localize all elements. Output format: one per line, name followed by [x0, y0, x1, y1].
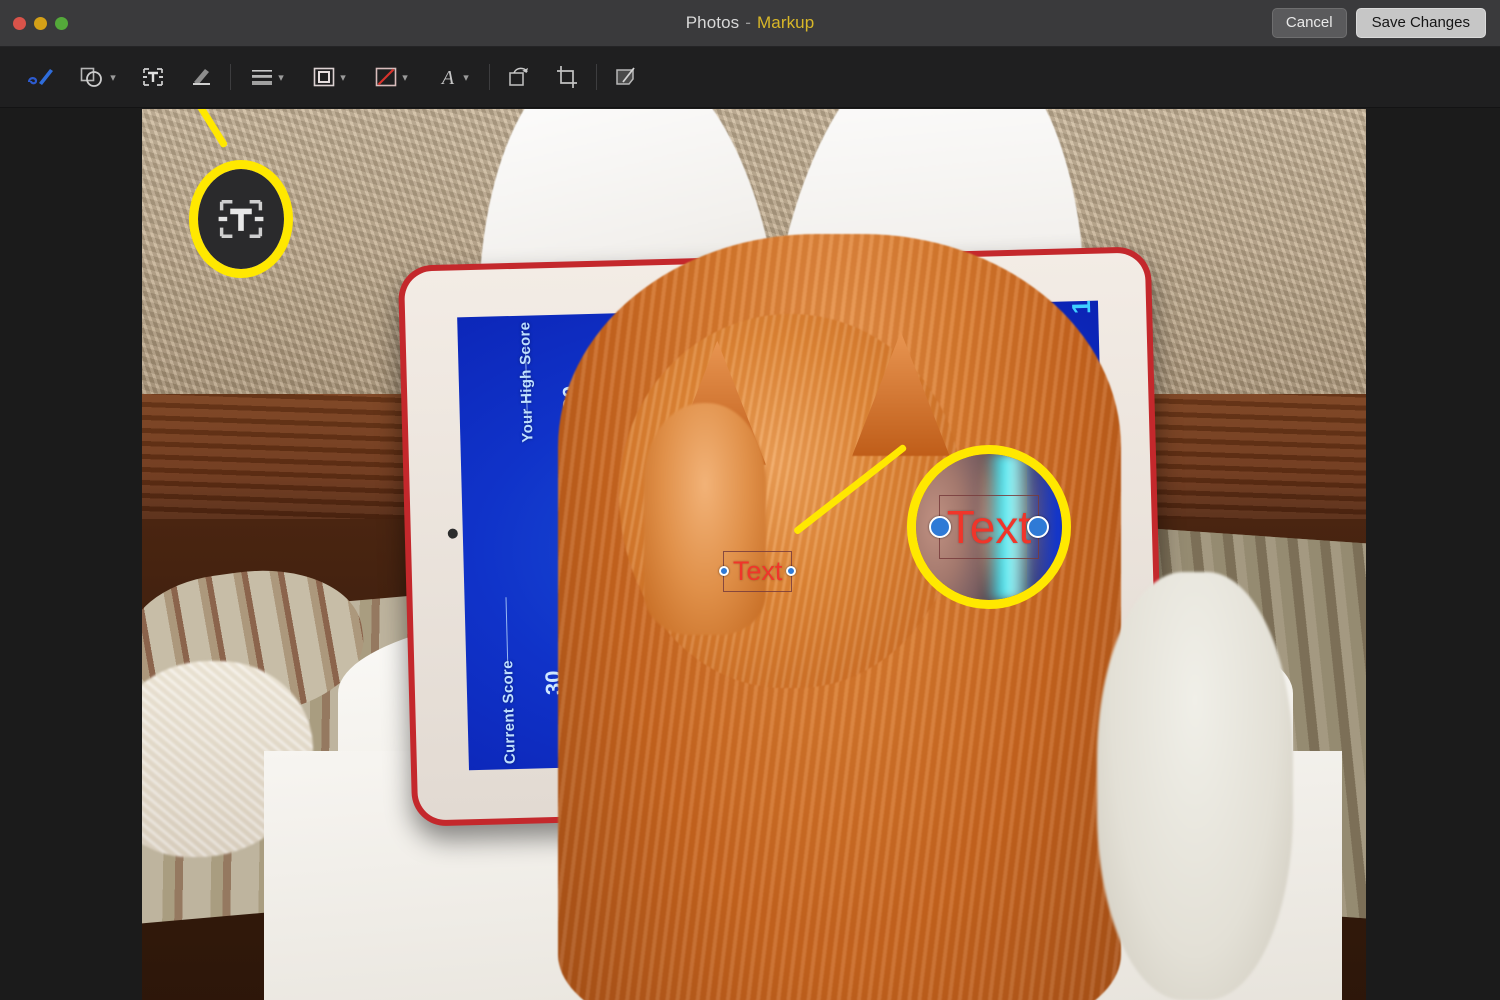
corner-counter: 16 — [1065, 300, 1097, 314]
crop-icon — [555, 65, 579, 89]
border-color-tool[interactable]: ▾ — [305, 57, 353, 97]
close-button[interactable] — [13, 16, 26, 30]
text-box-icon — [213, 193, 269, 245]
text-annotation-zoomed[interactable]: Text — [929, 494, 1049, 560]
shape-style-tool[interactable]: ▾ — [243, 57, 291, 97]
chevron-down-icon[interactable]: ▾ — [278, 73, 284, 84]
markup-window: Photos - Markup Cancel Save Changes ▾ ▾ … — [0, 0, 1500, 1000]
shapes-icon — [80, 66, 106, 88]
chevron-down-icon[interactable]: ▾ — [463, 73, 469, 84]
save-changes-button[interactable]: Save Changes — [1355, 8, 1486, 38]
pen-squiggle-icon — [26, 65, 56, 89]
font-a-icon: A — [437, 66, 459, 88]
photo-canvas[interactable]: Your High Score 430 Current Score 30 16 — [0, 109, 1500, 1000]
toolbar-divider-2 — [489, 64, 490, 90]
title-bar: Photos - Markup Cancel Save Changes — [0, 0, 1500, 47]
title-bar-actions: Cancel Save Changes — [1271, 0, 1486, 46]
highlight-tool[interactable] — [184, 57, 218, 97]
toolbar-divider-1 — [230, 64, 231, 90]
markup-toolbar: ▾ ▾ ▾ ▾ A ▾ — [0, 47, 1500, 108]
photo-image[interactable]: Your High Score 430 Current Score 30 16 — [142, 109, 1366, 1000]
text-annotation-zoomed-label: Text — [946, 500, 1032, 553]
text-annotation-callout-zoom: Text — [916, 454, 1062, 600]
high-score-label: Your High Score — [516, 321, 537, 443]
annotate-tool[interactable] — [609, 57, 643, 97]
line-weight-icon — [250, 67, 274, 87]
text-tool-callout-zoom — [198, 169, 284, 269]
text-box-icon — [140, 65, 166, 89]
current-score-rule — [506, 596, 509, 665]
current-score-label: Current Score — [499, 660, 520, 765]
rotate-icon — [507, 66, 531, 88]
crop-tool[interactable] — [550, 57, 584, 97]
fill-color-tool[interactable]: ▾ — [367, 57, 415, 97]
zoom-button[interactable] — [55, 16, 68, 30]
toolbar-divider-3 — [596, 64, 597, 90]
annotate-icon — [613, 66, 639, 88]
minimize-button[interactable] — [34, 16, 47, 30]
window-title-app: Photos — [685, 13, 740, 32]
shapes-tool[interactable]: ▾ — [74, 57, 122, 97]
text-tool[interactable] — [136, 57, 170, 97]
text-annotation[interactable]: Text — [719, 550, 796, 592]
text-annotation-handle-left[interactable] — [719, 566, 730, 577]
text-annotation-zoomed-handle-right[interactable] — [1026, 515, 1049, 538]
text-style-tool[interactable]: A ▾ — [429, 57, 477, 97]
cancel-button[interactable]: Cancel — [1271, 8, 1347, 38]
window-controls — [13, 16, 68, 30]
window-title-mode: Markup — [757, 13, 815, 32]
text-tool-callout-ring — [189, 160, 293, 278]
tablet-camera — [447, 528, 459, 539]
text-annotation-callout-ring: Text — [907, 445, 1071, 609]
window-title-separator: - — [745, 13, 751, 32]
sketch-tool[interactable] — [22, 57, 60, 97]
cat-tail — [1096, 572, 1293, 1000]
chevron-down-icon[interactable]: ▾ — [340, 73, 346, 84]
svg-text:A: A — [440, 67, 455, 88]
border-color-icon — [312, 66, 336, 88]
cat-paw — [643, 403, 767, 635]
chevron-down-icon[interactable]: ▾ — [110, 73, 116, 84]
rotate-tool[interactable] — [502, 57, 536, 97]
text-annotation-label: Text — [732, 555, 783, 586]
fill-color-icon — [374, 66, 398, 88]
chevron-down-icon[interactable]: ▾ — [402, 73, 408, 84]
highlighter-icon — [188, 65, 214, 89]
